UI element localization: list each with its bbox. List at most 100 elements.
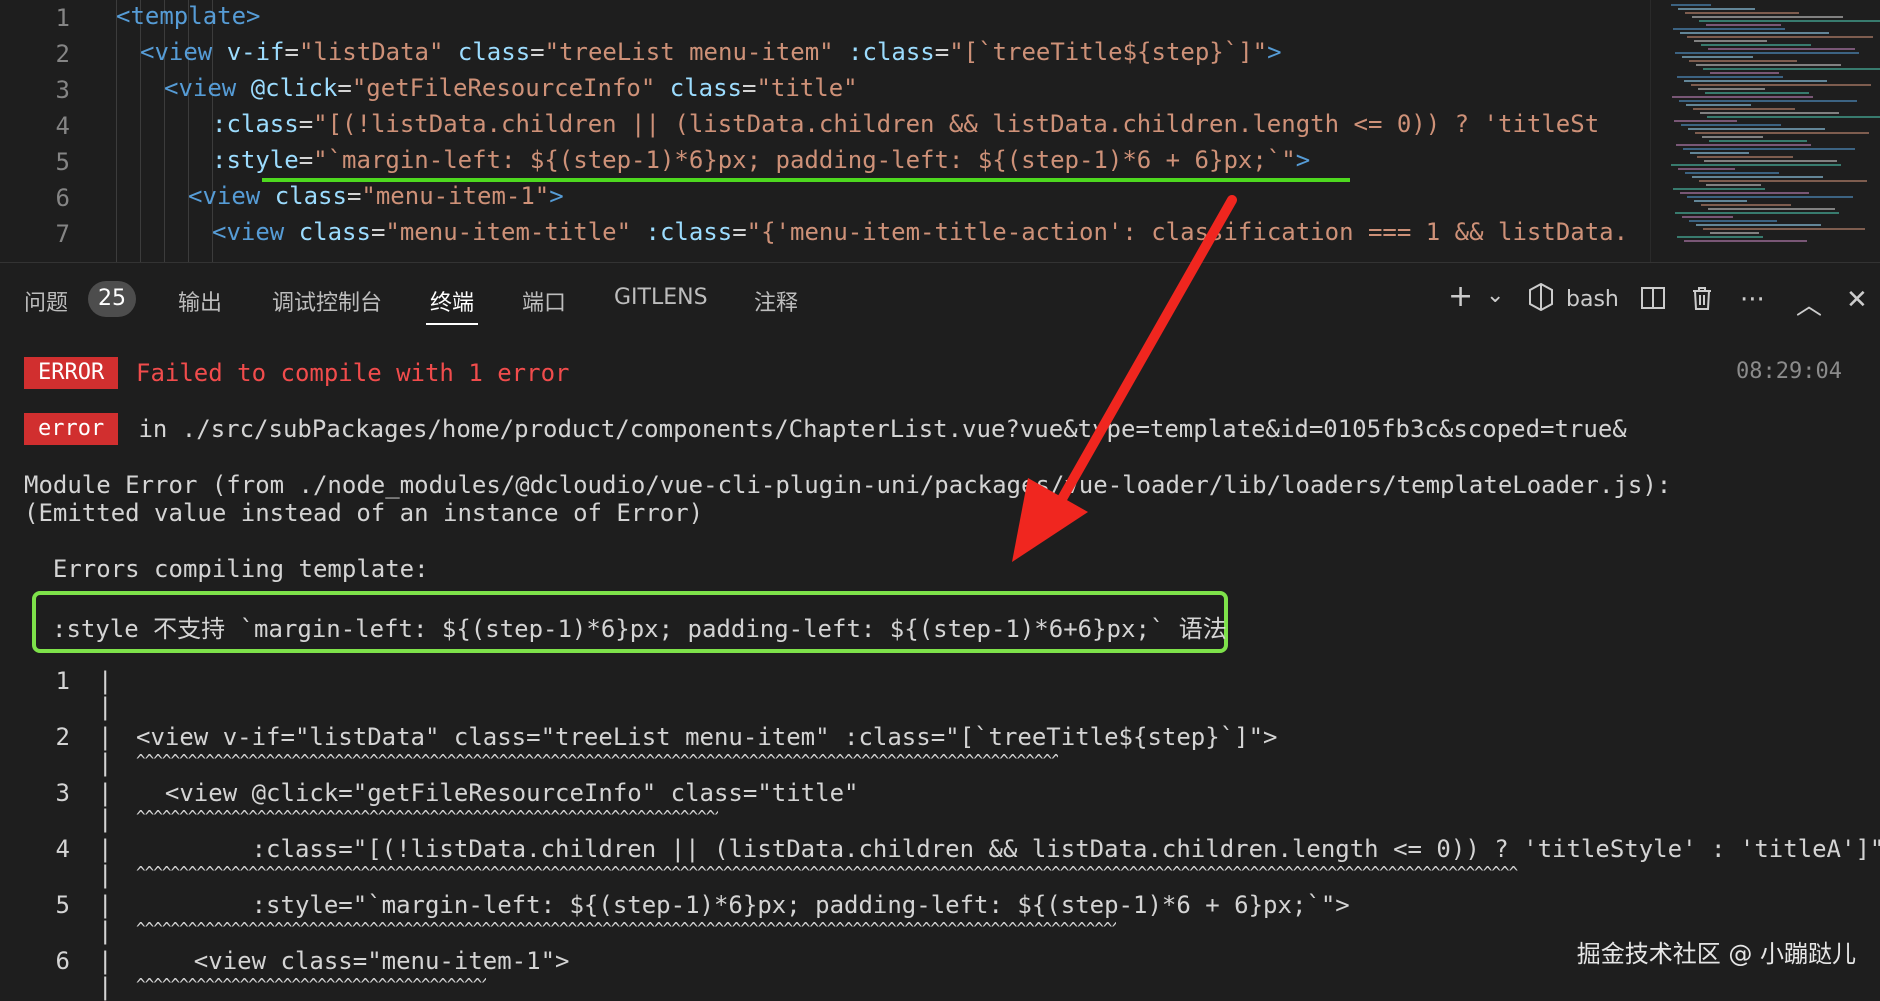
minimap-line bbox=[1684, 80, 1827, 82]
close-panel-icon[interactable]: ✕ bbox=[1846, 285, 1868, 315]
context-pipe: | bbox=[98, 861, 113, 889]
minimap-line bbox=[1672, 96, 1813, 98]
code-token: "{'menu-item-title-action': classificati… bbox=[746, 218, 1629, 246]
highlight-annotation: :style 不支持 `margin-left: ${(step-1)*6}px… bbox=[52, 615, 1227, 643]
new-terminal-icon[interactable]: + bbox=[1448, 279, 1473, 314]
minimap-line bbox=[1682, 216, 1733, 218]
minimap-line bbox=[1695, 132, 1869, 134]
terminal-shell-icon bbox=[1528, 282, 1554, 318]
code-token: = bbox=[732, 218, 747, 246]
minimap-line bbox=[1687, 196, 1853, 198]
minimap-line bbox=[1673, 188, 1765, 190]
code-token: :class bbox=[645, 218, 733, 246]
active-tab-indicator bbox=[426, 323, 478, 325]
tab-terminal[interactable]: 终端 bbox=[430, 285, 474, 317]
minimap-line bbox=[1703, 68, 1880, 70]
error-caret-underline: ^^^^^^^^^^^^^^^^^^^^^^^^^^^^^^^^^^^^^^^^… bbox=[136, 919, 1116, 938]
tab-gitlens[interactable]: GITLENS bbox=[614, 285, 708, 310]
context-pipe: | bbox=[98, 973, 113, 1001]
context-line-number: 3 bbox=[55, 779, 70, 807]
minimap-line bbox=[1680, 32, 1829, 34]
error-caret-underline: ^^^^^^^^^^^^^^^^^^^^^^^^^^^^^^^^^^^^^^^^… bbox=[136, 863, 1518, 882]
chevron-down-icon[interactable]: ⌄ bbox=[1486, 283, 1504, 308]
minimap-line bbox=[1706, 184, 1761, 186]
code-token: class bbox=[298, 218, 371, 246]
code-token: "menu-item-title" bbox=[385, 218, 646, 246]
minimap-line bbox=[1671, 164, 1841, 166]
maximize-panel-icon[interactable]: ︿ bbox=[1796, 285, 1822, 322]
split-terminal-icon[interactable] bbox=[1640, 285, 1666, 318]
line-number: 7 bbox=[55, 220, 70, 248]
code-token: <view bbox=[140, 38, 227, 66]
minimap-line bbox=[1675, 212, 1839, 214]
minimap-line bbox=[1679, 100, 1857, 102]
code-token: <view bbox=[164, 74, 251, 102]
tab-problems[interactable]: 问题 bbox=[24, 285, 68, 317]
code-editor[interactable]: 1 2 3 4 5 6 7 <template> <view v-if="listData" … bbox=[0, 0, 1880, 262]
minimap-line bbox=[1705, 92, 1809, 94]
code-token: = bbox=[298, 110, 314, 138]
context-line-number: 5 bbox=[55, 891, 70, 919]
code-line: <view class="menu-item-title" :class="{'… bbox=[212, 218, 1628, 246]
minimap-line bbox=[1673, 28, 1785, 30]
code-token: <template> bbox=[116, 2, 261, 30]
tab-output[interactable]: 输出 bbox=[178, 285, 222, 317]
error-caret-underline: ^^^^^^^^^^^^^^^^^^^^^^^^^^^^^^^^^^^^^^^^… bbox=[136, 975, 486, 994]
bottom-panel: 问题 25 输出 调试控制台 终端 端口 GITLENS 注释 + ⌄ bash… bbox=[0, 262, 1880, 1001]
context-pipe: | bbox=[98, 891, 113, 919]
line-number: 5 bbox=[55, 148, 70, 176]
context-pipe: | bbox=[98, 749, 113, 777]
code-token: = bbox=[530, 38, 545, 66]
minimap-line bbox=[1710, 232, 1759, 234]
minimap-line bbox=[1682, 56, 1753, 58]
context-pipe: | bbox=[98, 723, 113, 751]
shell-name[interactable]: bash bbox=[1566, 287, 1619, 312]
minimap-line bbox=[1699, 20, 1880, 22]
minimap-line bbox=[1708, 48, 1855, 50]
context-code-line: :class="[(!listData.children || (listDat… bbox=[136, 835, 1880, 863]
tab-comments[interactable]: 注释 bbox=[754, 285, 798, 317]
code-token: = bbox=[284, 38, 299, 66]
code-token: v-if bbox=[226, 38, 285, 66]
code-token: "menu-item-1" bbox=[361, 182, 550, 210]
tab-ports[interactable]: 端口 bbox=[522, 285, 566, 317]
minimap-line bbox=[1683, 148, 1855, 150]
minimap-line bbox=[1703, 228, 1865, 230]
minimap[interactable] bbox=[1650, 0, 1880, 262]
minimap-line bbox=[1693, 108, 1795, 110]
minimap-line bbox=[1704, 160, 1837, 162]
line-number: 2 bbox=[55, 40, 70, 68]
code-line: <view class="menu-item-1"> bbox=[188, 182, 564, 210]
minimap-line bbox=[1700, 112, 1839, 114]
tab-debug-console[interactable]: 调试控制台 bbox=[272, 285, 382, 317]
trash-icon[interactable] bbox=[1690, 285, 1714, 318]
minimap-line bbox=[1689, 220, 1777, 222]
error-caret-underline: ^^^^^^^^^^^^^^^^^^^^^^^^^^^^^^^^^^^^^^^^… bbox=[136, 751, 1058, 770]
context-pipe: | bbox=[98, 693, 113, 721]
problems-count-badge: 25 bbox=[88, 281, 136, 317]
context-line-number: 1 bbox=[55, 667, 70, 695]
context-line-number: 2 bbox=[55, 723, 70, 751]
minimap-line bbox=[1678, 168, 1735, 170]
context-code-line: <view v-if="listData" class="treeList me… bbox=[136, 723, 1278, 751]
code-token: @click bbox=[250, 74, 338, 102]
minimap-line bbox=[1697, 156, 1793, 158]
more-actions-icon[interactable]: ··· bbox=[1740, 285, 1765, 315]
code-token: = bbox=[298, 146, 314, 174]
watermark: 掘金技术社区 @ 小蹦跶儿 bbox=[1576, 940, 1856, 968]
minimap-line bbox=[1686, 104, 1751, 106]
minimap-line bbox=[1688, 128, 1825, 130]
minimap-line bbox=[1691, 84, 1871, 86]
minimap-line bbox=[1680, 192, 1809, 194]
code-line: <view @click="getFileResourceInfo" class… bbox=[164, 74, 858, 102]
code-token: "[`treeTitle${step}`]" bbox=[949, 38, 1268, 66]
minimap-line bbox=[1709, 140, 1807, 142]
code-token: "title" bbox=[756, 74, 858, 102]
minimap-line bbox=[1692, 16, 1843, 18]
code-token: = bbox=[346, 182, 362, 210]
code-token: "[(!listData.children || (listData.child… bbox=[313, 110, 1600, 138]
error-caret-underline: ^^^^^^^^^^^^^^^^^^^^^^^^^^^^^^^^^^^^^^^^… bbox=[136, 807, 718, 826]
minimap-line bbox=[1708, 208, 1835, 210]
minimap-line bbox=[1707, 116, 1880, 118]
error-badge-small: error bbox=[24, 413, 119, 445]
